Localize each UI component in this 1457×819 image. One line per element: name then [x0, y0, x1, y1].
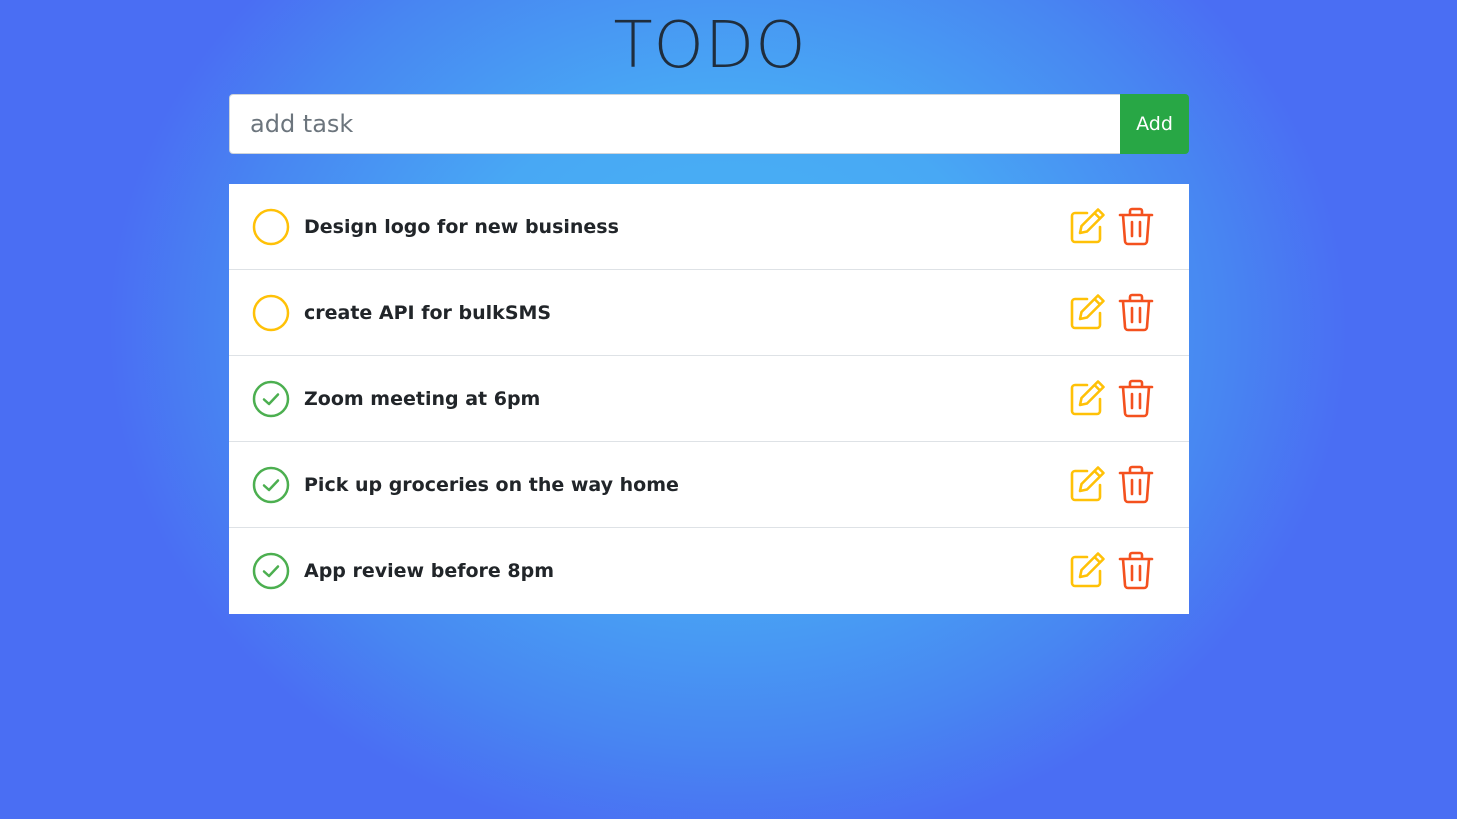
page-title: TODO	[613, 9, 807, 83]
task-item: create API for bulkSMS	[229, 270, 1189, 356]
check-circle-icon[interactable]	[252, 380, 290, 418]
add-button[interactable]: Add	[1120, 94, 1189, 154]
check-circle-icon[interactable]	[252, 466, 290, 504]
edit-icon[interactable]	[1067, 378, 1107, 418]
task-label: Pick up groceries on the way home	[304, 474, 679, 496]
trash-icon[interactable]	[1116, 378, 1156, 418]
edit-icon[interactable]	[1067, 206, 1107, 246]
task-item: Design logo for new business	[229, 184, 1189, 270]
trash-icon[interactable]	[1116, 464, 1156, 504]
edit-icon[interactable]	[1067, 292, 1107, 332]
task-item: Zoom meeting at 6pm	[229, 356, 1189, 442]
edit-icon[interactable]	[1067, 550, 1107, 590]
task-label: App review before 8pm	[304, 560, 555, 582]
task-label: Design logo for new business	[304, 216, 619, 238]
trash-icon[interactable]	[1116, 206, 1156, 246]
trash-icon[interactable]	[1116, 292, 1156, 332]
task-label: create API for bulkSMS	[304, 302, 552, 324]
add-task-form: Add	[229, 94, 1189, 154]
task-item: App review before 8pm	[229, 528, 1189, 614]
task-list: Design logo for new business create API …	[229, 184, 1189, 614]
add-task-input[interactable]	[229, 94, 1120, 154]
trash-icon[interactable]	[1116, 550, 1156, 590]
edit-icon[interactable]	[1067, 464, 1107, 504]
task-label: Zoom meeting at 6pm	[304, 388, 541, 410]
task-item: Pick up groceries on the way home	[229, 442, 1189, 528]
circle-icon[interactable]	[252, 294, 290, 332]
circle-icon[interactable]	[252, 208, 290, 246]
check-circle-icon[interactable]	[252, 552, 290, 590]
